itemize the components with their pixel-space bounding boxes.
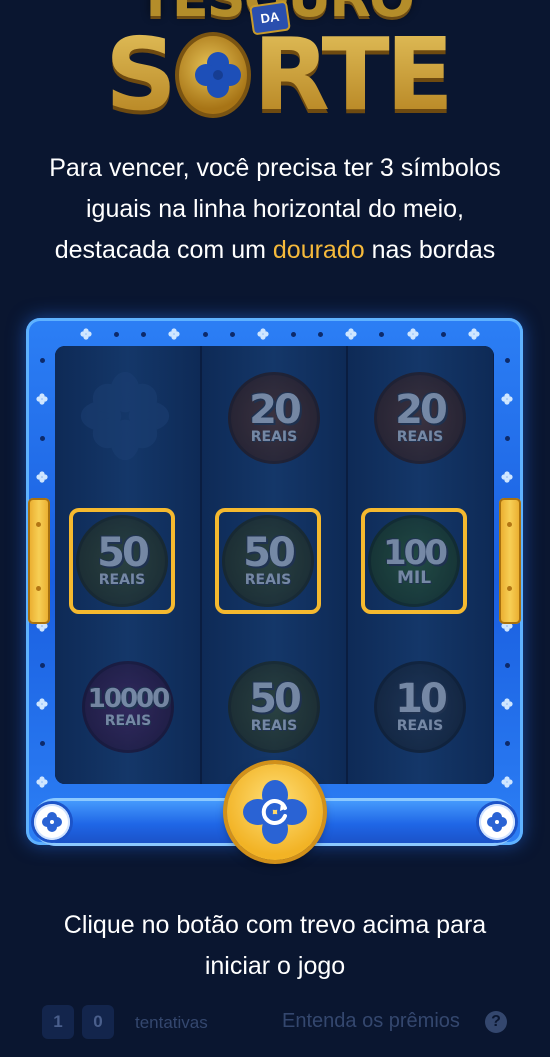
symbol-value: 50 xyxy=(97,530,150,576)
light-clover-icon xyxy=(468,328,480,340)
symbol-value: 10 xyxy=(395,676,448,722)
light-clover-icon xyxy=(501,776,513,788)
symbol-10000-reais: 10000 REAIS xyxy=(82,661,174,753)
symbol-unit: REAIS xyxy=(396,429,444,445)
help-icon[interactable]: ? xyxy=(485,1011,507,1033)
frame-top-lights xyxy=(80,326,480,342)
start-instruction-line-2: iniciar o jogo xyxy=(204,952,346,980)
attempts-label: tentativas xyxy=(135,1013,208,1032)
light-dot xyxy=(39,740,45,746)
light-dot xyxy=(504,435,510,441)
light-dot xyxy=(318,331,324,337)
light-clover-icon xyxy=(257,328,269,340)
clover-icon xyxy=(80,371,170,461)
marker-dot xyxy=(507,586,512,591)
slot-machine: 20 REAIS 20 REAIS 50 REAIS 50 REAIS 100 … xyxy=(26,318,523,860)
reel-divider xyxy=(200,346,202,784)
light-clover-icon xyxy=(501,471,513,483)
symbol-100-mil: 100 MIL xyxy=(368,515,460,607)
clover-refresh-icon xyxy=(243,780,307,844)
light-dot xyxy=(290,331,296,337)
marker-dot xyxy=(36,586,41,591)
symbol-value: 20 xyxy=(395,387,448,433)
light-dot xyxy=(504,662,510,668)
logo-main-word: S RTE xyxy=(105,16,454,133)
symbol-50-reais: 50 REAIS xyxy=(222,515,314,607)
rules-line-1: Para vencer, você precisa ter 3 símbolos xyxy=(49,154,501,182)
light-dot xyxy=(114,331,120,337)
rules-highlight-word: dourado xyxy=(272,236,365,264)
prizes-info-link[interactable]: Entenda os prêmios xyxy=(282,1010,460,1033)
light-dot xyxy=(39,662,45,668)
reel-divider xyxy=(346,346,348,784)
symbol-value: 10000 xyxy=(87,684,170,714)
game-logo: TESOURO DA S RTE xyxy=(0,0,550,140)
rules-line-3-start: destacada com um xyxy=(54,236,273,264)
symbol-unit: MIL xyxy=(396,568,432,588)
light-dot xyxy=(141,331,147,337)
symbol-50-reais: 50 REAIS xyxy=(76,515,168,607)
symbol-50-reais: 50 REAIS xyxy=(228,661,320,753)
symbol-value: 50 xyxy=(243,530,296,576)
symbol-unit: REAIS xyxy=(250,429,298,445)
symbol-unit: REAIS xyxy=(250,718,298,734)
start-instruction: Clique no botão com trevo acima para ini… xyxy=(10,905,540,987)
symbol-value: 50 xyxy=(249,676,302,722)
symbol-unit: REAIS xyxy=(104,713,152,729)
light-clover-icon xyxy=(80,328,92,340)
light-clover-icon xyxy=(36,776,48,788)
light-clover-icon xyxy=(501,393,513,406)
light-dot xyxy=(202,331,208,337)
light-clover-icon xyxy=(345,328,357,340)
symbol-20-reais: 20 REAIS xyxy=(228,372,320,464)
light-dot xyxy=(39,358,45,363)
logo-letter-right: RTE xyxy=(252,16,454,133)
light-clover-icon xyxy=(406,328,419,340)
footer-bar: 1 0 tentativas Entenda os prêmios ? xyxy=(40,1005,520,1041)
marker-dot xyxy=(507,522,512,527)
light-dot xyxy=(440,331,446,337)
start-instruction-line-1: Clique no botão com trevo acima para xyxy=(63,911,487,939)
symbol-clover xyxy=(79,370,171,462)
marker-dot xyxy=(36,522,41,527)
corner-clover-icon xyxy=(34,804,70,840)
light-clover-icon xyxy=(36,698,48,710)
corner-clover-icon xyxy=(479,804,515,840)
right-payline-marker xyxy=(499,498,521,624)
symbol-unit: REAIS xyxy=(244,572,292,588)
symbol-value: 100 xyxy=(383,533,448,573)
attempts-digit: 1 xyxy=(42,1005,74,1039)
rules-line-3: destacada com um dourado nas bordas xyxy=(10,230,540,271)
light-dot xyxy=(379,331,385,337)
light-dot xyxy=(229,331,235,337)
reels-window: 20 REAIS 20 REAIS 50 REAIS 50 REAIS 100 … xyxy=(55,346,494,784)
attempts-digit: 0 xyxy=(82,1005,114,1039)
symbol-10-reais: 10 REAIS xyxy=(374,661,466,753)
symbol-unit: REAIS xyxy=(98,572,146,588)
rules-line-3-end: nas bordas xyxy=(364,236,496,264)
symbol-value: 20 xyxy=(249,387,302,433)
light-dot xyxy=(504,358,510,363)
logo-letter-left: S xyxy=(105,16,177,133)
rules-text: Para vencer, você precisa ter 3 símbolos… xyxy=(10,148,540,271)
logo-clover-coin-icon xyxy=(175,32,251,118)
symbol-unit: REAIS xyxy=(396,718,444,734)
left-payline-marker xyxy=(28,498,50,624)
symbol-20-reais: 20 REAIS xyxy=(374,372,466,464)
light-clover-icon xyxy=(168,328,181,340)
light-clover-icon xyxy=(501,698,513,710)
light-clover-icon xyxy=(36,471,48,483)
rules-line-2: iguais na linha horizontal do meio, xyxy=(85,195,464,223)
light-dot xyxy=(39,435,45,441)
spin-button[interactable] xyxy=(227,764,323,860)
light-clover-icon xyxy=(36,393,48,406)
light-dot xyxy=(504,740,510,746)
